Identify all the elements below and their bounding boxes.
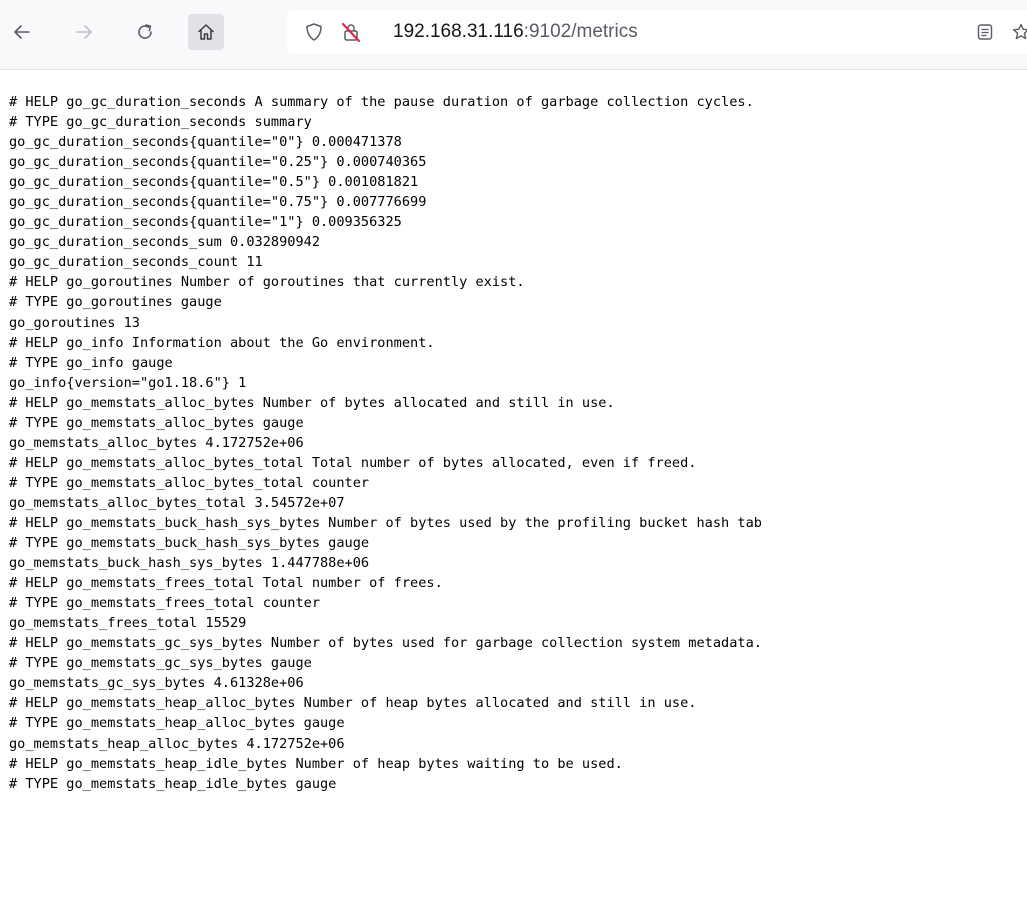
insecure-connection-icon — [341, 22, 361, 43]
metrics-line: go_goroutines 13 — [9, 314, 140, 331]
metrics-line: go_memstats_alloc_bytes 4.172752e+06 — [9, 434, 304, 451]
metrics-line: go_gc_duration_seconds{quantile="0.75"} … — [9, 194, 427, 211]
metrics-line: # HELP go_memstats_heap_alloc_bytes Numb… — [9, 695, 697, 712]
metrics-line: # HELP go_goroutines Number of goroutine… — [9, 274, 525, 291]
metrics-line: go_gc_duration_seconds{quantile="0.25"} … — [9, 154, 427, 171]
metrics-line: go_gc_duration_seconds{quantile="1"} 0.0… — [9, 214, 402, 231]
reader-view-button[interactable] — [973, 20, 997, 44]
reload-button[interactable] — [127, 14, 163, 50]
url-text[interactable]: 192.168.31.116:9102/metrics — [393, 21, 638, 43]
metrics-line: go_gc_duration_seconds{quantile="0.5"} 0… — [9, 174, 419, 191]
tracking-protection-shield-icon — [306, 23, 322, 41]
metrics-line: go_memstats_buck_hash_sys_bytes 1.447788… — [9, 555, 370, 572]
metrics-line: go_info{version="go1.18.6"} 1 — [9, 374, 247, 391]
page-content: # HELP go_gc_duration_seconds A summary … — [0, 70, 1027, 916]
home-icon — [198, 24, 214, 40]
bookmark-star-icon — [1013, 23, 1027, 40]
metrics-line: # TYPE go_goroutines gauge — [9, 294, 222, 311]
metrics-line: # TYPE go_memstats_buck_hash_sys_bytes g… — [9, 535, 370, 552]
metrics-line: go_memstats_gc_sys_bytes 4.61328e+06 — [9, 675, 304, 692]
metrics-line: # TYPE go_memstats_heap_alloc_bytes gaug… — [9, 715, 345, 732]
metrics-line: # HELP go_memstats_alloc_bytes Number of… — [9, 394, 615, 411]
metrics-line: go_gc_duration_seconds{quantile="0"} 0.0… — [9, 134, 402, 151]
back-arrow-icon — [14, 25, 30, 39]
bookmark-button[interactable] — [1009, 20, 1027, 44]
metrics-line: # TYPE go_memstats_frees_total counter — [9, 595, 320, 612]
metrics-line: # TYPE go_info gauge — [9, 354, 173, 371]
browser-toolbar: 192.168.31.116:9102/metrics — [0, 0, 1027, 70]
tracking-protection-button[interactable] — [302, 20, 326, 44]
back-button[interactable] — [4, 14, 40, 50]
metrics-line: # TYPE go_memstats_alloc_bytes gauge — [9, 414, 304, 431]
forward-button[interactable] — [66, 14, 102, 50]
metrics-line: go_gc_duration_seconds_sum 0.032890942 — [9, 234, 320, 251]
url-bar[interactable]: 192.168.31.116:9102/metrics — [287, 11, 1027, 53]
reader-view-icon — [977, 24, 993, 40]
metrics-line: # HELP go_gc_duration_seconds A summary … — [9, 94, 754, 110]
metrics-line: go_memstats_alloc_bytes_total 3.54572e+0… — [9, 494, 345, 511]
metrics-line: # HELP go_memstats_frees_total Total num… — [9, 575, 443, 592]
url-host: 192.168.31.116 — [393, 21, 524, 42]
metrics-line: # HELP go_memstats_heap_idle_bytes Numbe… — [9, 755, 623, 772]
metrics-line: # TYPE go_memstats_alloc_bytes_total cou… — [9, 474, 370, 491]
metrics-line: # HELP go_info Information about the Go … — [9, 334, 435, 351]
metrics-line: # TYPE go_memstats_heap_idle_bytes gauge — [9, 775, 337, 792]
metrics-line: # HELP go_memstats_buck_hash_sys_bytes N… — [9, 514, 762, 531]
metrics-line: go_gc_duration_seconds_count 11 — [9, 254, 263, 271]
site-security-button[interactable] — [339, 20, 363, 44]
reload-icon — [138, 24, 152, 39]
forward-arrow-icon — [76, 25, 92, 39]
metrics-line: # TYPE go_memstats_gc_sys_bytes gauge — [9, 655, 312, 672]
metrics-line: # HELP go_memstats_gc_sys_bytes Number o… — [9, 635, 762, 652]
url-path: :9102/metrics — [523, 21, 638, 42]
metrics-line: go_memstats_frees_total 15529 — [9, 615, 247, 632]
metrics-line: # TYPE go_gc_duration_seconds summary — [9, 114, 312, 131]
metrics-line: # HELP go_memstats_alloc_bytes_total Tot… — [9, 454, 697, 471]
metrics-text: # HELP go_gc_duration_seconds A summary … — [0, 92, 762, 794]
metrics-line: go_memstats_heap_alloc_bytes 4.172752e+0… — [9, 735, 345, 752]
home-button[interactable] — [188, 14, 224, 50]
